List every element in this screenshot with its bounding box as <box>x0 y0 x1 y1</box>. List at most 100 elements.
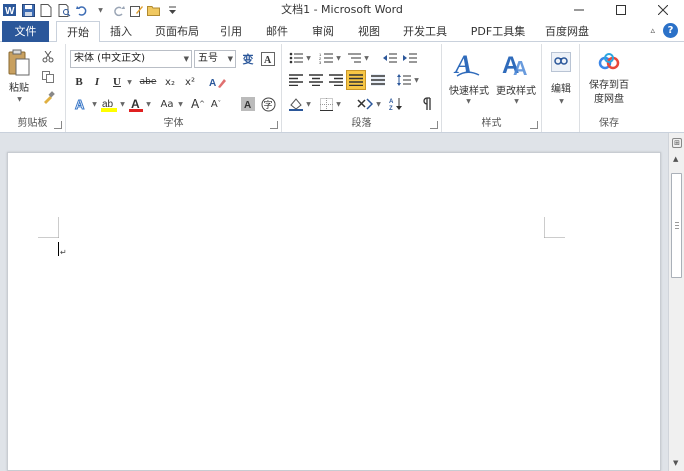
view-ruler-icon[interactable]: ⊞ <box>672 138 682 148</box>
bullets-icon[interactable] <box>288 50 304 66</box>
paste-dropdown-icon[interactable]: ▼ <box>14 94 24 104</box>
change-case-button[interactable]: Aa <box>156 96 178 112</box>
italic-button[interactable]: I <box>90 74 104 90</box>
underline-button[interactable]: U <box>110 74 124 90</box>
tab-pdf-tools[interactable]: PDF工具集 <box>468 21 528 42</box>
save-to-baidu-button[interactable]: 保存到百度网盘 <box>582 78 636 108</box>
distributed-icon[interactable] <box>370 72 386 88</box>
show-marks-icon[interactable] <box>418 96 434 112</box>
maximize-icon[interactable] <box>600 0 642 20</box>
grow-font-button[interactable]: A ^ <box>190 96 206 112</box>
word-logo-icon[interactable]: W <box>3 3 17 17</box>
redo-icon[interactable] <box>111 3 125 17</box>
baidu-netdisk-icon[interactable] <box>596 50 622 74</box>
undo-dropdown-icon[interactable]: ▼ <box>93 3 107 17</box>
copy-icon[interactable] <box>40 70 56 84</box>
paragraph-launcher-icon[interactable] <box>430 121 438 129</box>
quick-styles-button[interactable]: 快速样式 <box>446 82 492 97</box>
line-spacing-dropdown-icon[interactable]: ▼ <box>412 72 420 88</box>
multilevel-list-icon[interactable] <box>346 50 362 66</box>
help-icon[interactable]: ? <box>663 23 678 38</box>
cut-icon[interactable] <box>40 50 56 64</box>
text-effects-dropdown-icon[interactable]: ▼ <box>90 96 98 112</box>
change-styles-dropdown-icon[interactable]: ▼ <box>512 96 520 106</box>
quick-styles-icon[interactable]: A <box>452 48 482 80</box>
editing-dropdown-icon[interactable]: ▼ <box>557 96 565 106</box>
line-spacing-icon[interactable] <box>396 72 412 88</box>
shading-dropdown-icon[interactable]: ▼ <box>304 96 312 112</box>
tab-mailings[interactable]: 邮件 <box>260 21 294 42</box>
enclose-char-button[interactable]: 字 <box>260 96 276 112</box>
tab-view[interactable]: 视图 <box>352 21 386 42</box>
document-page[interactable] <box>7 152 661 471</box>
change-styles-button[interactable]: 更改样式 <box>492 82 540 97</box>
align-right-icon[interactable] <box>328 72 344 88</box>
bold-button[interactable]: B <box>72 74 86 90</box>
tab-baidu-netdisk[interactable]: 百度网盘 <box>540 21 594 42</box>
font-color-dropdown-icon[interactable]: ▼ <box>144 96 152 112</box>
edit-icon[interactable] <box>129 3 143 17</box>
tab-file[interactable]: 文件 <box>2 21 49 42</box>
font-name-combo[interactable]: 宋体 (中文正文) ▼ <box>70 50 192 68</box>
increase-indent-icon[interactable] <box>402 50 418 66</box>
chinese-layout-icon[interactable] <box>356 96 374 112</box>
tab-page-layout[interactable]: 页面布局 <box>150 21 204 42</box>
numbering-dropdown-icon[interactable]: ▼ <box>334 50 342 66</box>
tab-insert[interactable]: 插入 <box>104 21 138 42</box>
shading-icon[interactable] <box>288 96 304 112</box>
tab-developer[interactable]: 开发工具 <box>398 21 452 42</box>
clipboard-launcher-icon[interactable] <box>54 121 62 129</box>
paste-button[interactable]: 粘贴 <box>4 79 34 94</box>
align-center-icon[interactable] <box>308 72 324 88</box>
chinese-layout-dropdown-icon[interactable]: ▼ <box>374 96 382 112</box>
tab-home[interactable]: 开始 <box>56 21 100 43</box>
phonetic-guide-icon[interactable]: 变 <box>240 51 256 67</box>
styles-launcher-icon[interactable] <box>530 121 538 129</box>
multilevel-dropdown-icon[interactable]: ▼ <box>362 50 370 66</box>
vertical-scrollbar[interactable]: ⊞ ▲ ▼ <box>668 133 684 471</box>
sort-icon[interactable]: AZ <box>388 96 404 112</box>
borders-icon[interactable] <box>318 96 334 112</box>
underline-dropdown-icon[interactable]: ▼ <box>124 74 134 90</box>
char-shading-button[interactable]: A <box>240 96 256 112</box>
new-document-icon[interactable] <box>39 3 53 17</box>
undo-icon[interactable] <box>75 3 89 17</box>
font-size-combo[interactable]: 五号 ▼ <box>194 50 236 68</box>
customize-icon[interactable] <box>165 3 179 17</box>
clear-formatting-icon[interactable]: A <box>208 74 228 90</box>
close-icon[interactable] <box>642 0 684 20</box>
shrink-font-button[interactable]: Aˇ <box>208 96 224 112</box>
paste-icon[interactable] <box>6 48 32 78</box>
scroll-down-icon[interactable]: ▼ <box>673 459 678 467</box>
format-painter-icon[interactable] <box>40 90 56 104</box>
subscript-button[interactable]: x₂ <box>162 74 178 90</box>
find-icon[interactable] <box>550 50 572 74</box>
bullets-dropdown-icon[interactable]: ▼ <box>304 50 312 66</box>
justify-icon[interactable] <box>346 70 366 90</box>
borders-dropdown-icon[interactable]: ▼ <box>334 96 342 112</box>
clear-format-icon[interactable]: A <box>260 51 276 67</box>
scroll-up-icon[interactable]: ▲ <box>673 155 678 163</box>
highlight-dropdown-icon[interactable]: ▼ <box>118 96 126 112</box>
editing-button[interactable]: 编辑 <box>544 80 578 95</box>
change-styles-icon[interactable]: AA <box>500 48 532 80</box>
print-preview-icon[interactable] <box>57 3 71 17</box>
font-launcher-icon[interactable] <box>270 121 278 129</box>
align-left-icon[interactable] <box>288 72 304 88</box>
tab-references[interactable]: 引用 <box>214 21 248 42</box>
change-case-dropdown-icon[interactable]: ▼ <box>176 96 184 112</box>
superscript-button[interactable]: x² <box>182 74 198 90</box>
tab-review[interactable]: 审阅 <box>306 21 340 42</box>
minimize-icon[interactable] <box>558 0 600 20</box>
strikethrough-button[interactable]: abe <box>138 74 158 90</box>
scroll-thumb[interactable] <box>671 173 682 278</box>
open-icon[interactable] <box>147 3 161 17</box>
text-effects-icon[interactable]: A <box>72 96 90 112</box>
font-color-icon[interactable]: A <box>128 96 144 112</box>
decrease-indent-icon[interactable] <box>382 50 398 66</box>
numbering-icon[interactable]: 123 <box>318 50 334 66</box>
highlight-icon[interactable]: ab <box>100 96 118 112</box>
minimize-ribbon-icon[interactable]: ▵ <box>650 26 655 36</box>
quick-styles-dropdown-icon[interactable]: ▼ <box>464 96 472 106</box>
save-icon[interactable] <box>21 3 35 17</box>
